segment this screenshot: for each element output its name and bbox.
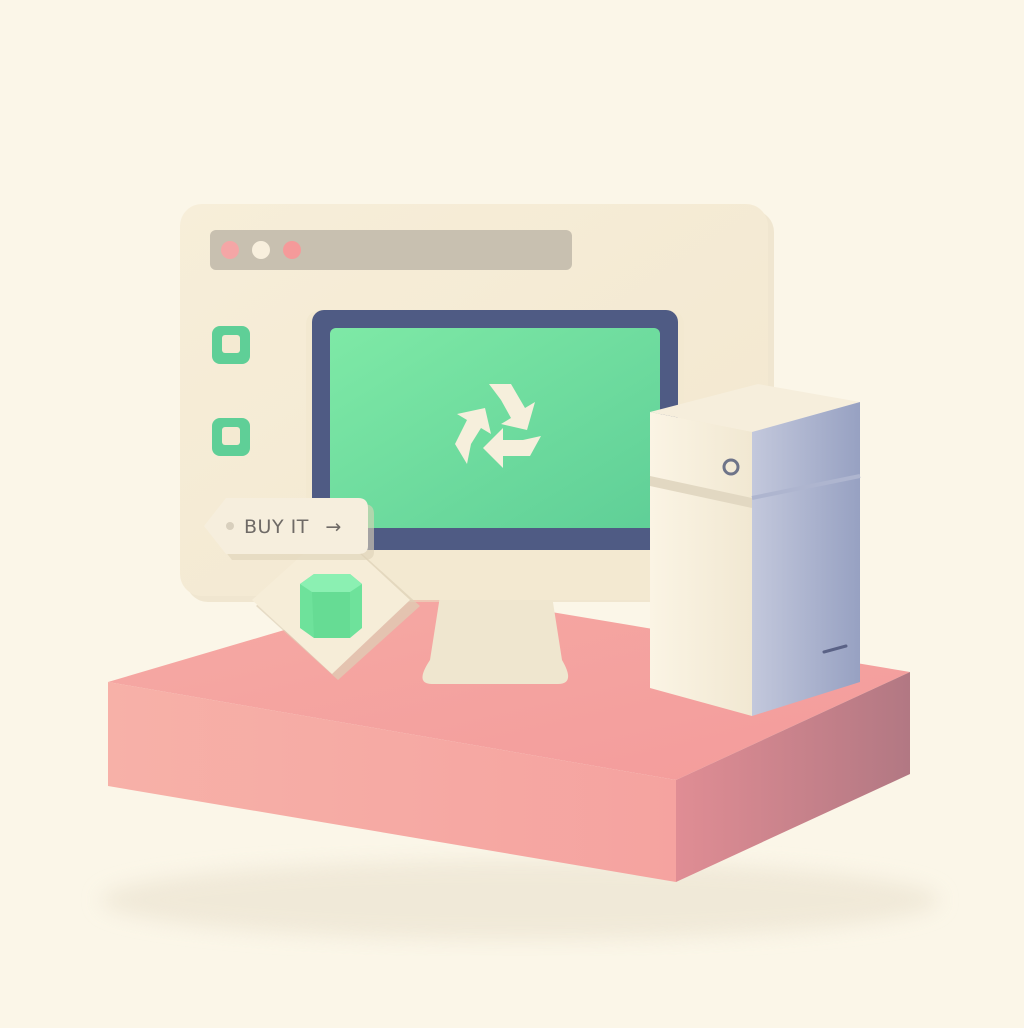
arrow-right-icon: → bbox=[325, 516, 342, 538]
maximize-dot[interactable] bbox=[283, 241, 301, 259]
ground-shadow bbox=[100, 860, 940, 940]
illustration-scene: BUY IT → bbox=[0, 0, 1024, 1024]
sidebar-item-1[interactable] bbox=[212, 326, 250, 364]
buy-tag-label[interactable]: BUY IT → bbox=[244, 513, 342, 541]
hexagon-prism-icon bbox=[300, 574, 362, 638]
close-dot[interactable] bbox=[221, 241, 239, 259]
tower-side bbox=[752, 402, 860, 716]
minimize-dot[interactable] bbox=[252, 241, 270, 259]
server-tower bbox=[650, 384, 861, 716]
monitor-stand bbox=[422, 596, 569, 684]
tag-hole-icon bbox=[226, 522, 234, 530]
buy-tag-text[interactable]: BUY IT bbox=[244, 516, 309, 538]
monitor-screen[interactable] bbox=[330, 328, 660, 528]
sidebar-item-2[interactable] bbox=[212, 418, 250, 456]
scene-svg bbox=[100, 204, 940, 940]
tower-front bbox=[650, 412, 752, 716]
